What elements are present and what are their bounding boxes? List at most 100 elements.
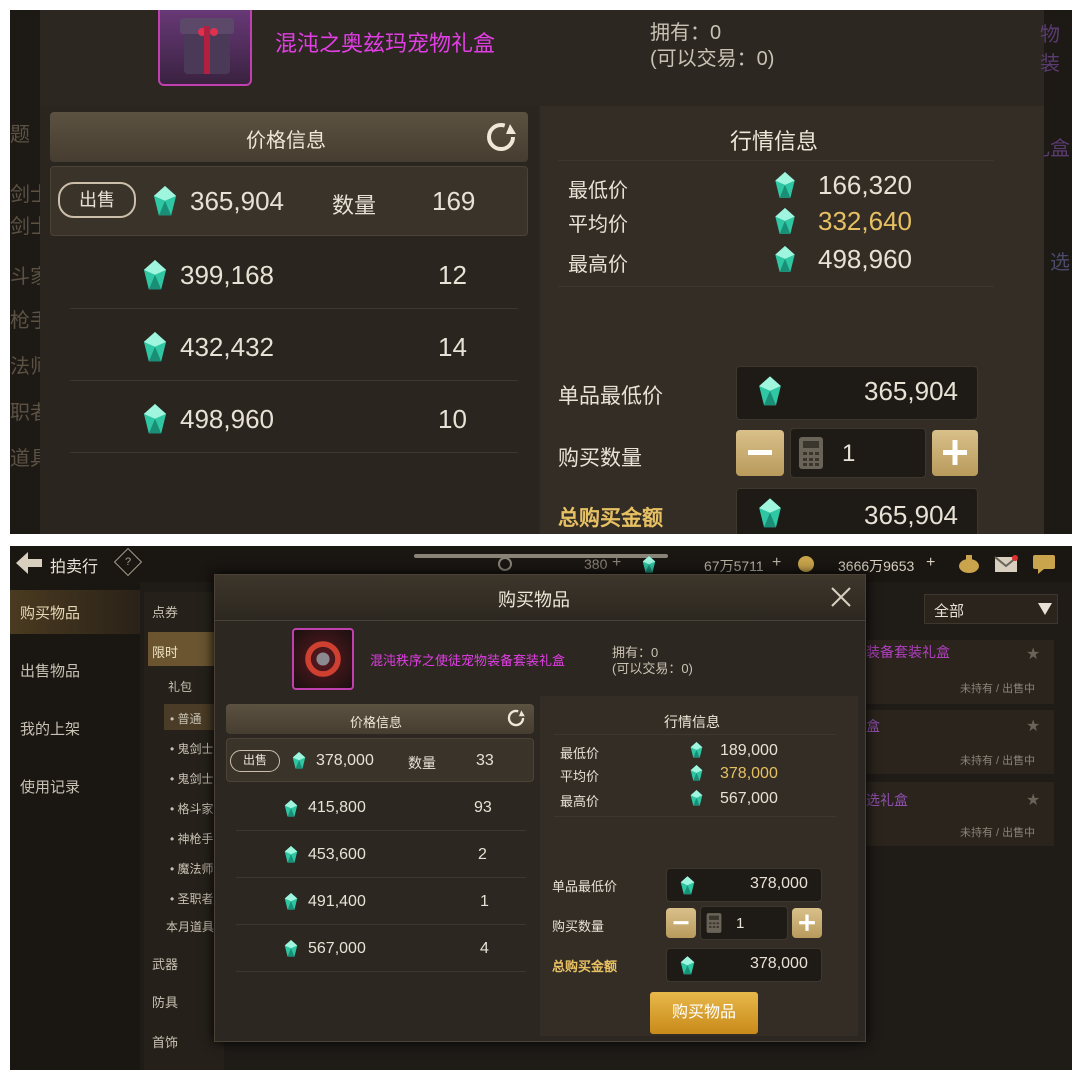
- plus-button[interactable]: [792, 908, 822, 938]
- listing-qty: 33: [476, 752, 494, 769]
- buy-button[interactable]: 购买物品: [650, 992, 758, 1034]
- currency-1: 380: [584, 556, 608, 572]
- min-price-value: 189,000: [720, 742, 778, 759]
- category-item[interactable]: • 格斗家: [170, 800, 214, 817]
- plus-button[interactable]: [932, 430, 978, 476]
- min-price-label: 最低价: [568, 180, 628, 202]
- total-label: 总购买金额: [558, 507, 663, 530]
- currency-2-plus[interactable]: +: [772, 554, 781, 572]
- gem-icon: [284, 846, 298, 864]
- coin-icon: [798, 556, 814, 572]
- list-item-name: 装备套装礼盒: [866, 644, 950, 660]
- calculator-icon[interactable]: [706, 912, 722, 934]
- listing-price: 378,000: [316, 752, 374, 769]
- gem-icon: [774, 208, 796, 236]
- minus-button[interactable]: [736, 430, 784, 476]
- sidebar: [10, 582, 140, 1070]
- minus-button[interactable]: [666, 908, 696, 938]
- gem-icon: [680, 876, 695, 896]
- category-item[interactable]: 点券: [152, 602, 178, 621]
- category-item[interactable]: • 普通: [170, 710, 202, 727]
- quantity-label: 数量: [332, 193, 377, 218]
- chat-icon[interactable]: [1032, 554, 1056, 574]
- listing-qty: 93: [474, 799, 492, 816]
- category-item[interactable]: • 鬼剑士: [170, 770, 214, 787]
- category-item[interactable]: 礼包: [168, 678, 192, 695]
- buy-qty-label: 购买数量: [552, 919, 605, 934]
- category-item[interactable]: 武器: [152, 954, 178, 973]
- market-divider: [558, 160, 994, 161]
- sell-button[interactable]: 出售: [58, 182, 136, 218]
- listing-qty: 1: [480, 893, 489, 910]
- currency-1-plus[interactable]: +: [612, 554, 621, 572]
- bg-fragment: 选: [1050, 252, 1070, 274]
- calculator-icon[interactable]: [798, 436, 824, 470]
- gem-icon: [774, 246, 796, 274]
- gem-icon: [142, 332, 168, 364]
- row-divider: [236, 924, 526, 925]
- chevron-down-icon: [1038, 602, 1052, 615]
- sidebar-item-history[interactable]: 使用记录: [20, 776, 80, 797]
- back-arrow-icon[interactable]: [16, 552, 42, 574]
- category-item[interactable]: 限时: [152, 642, 178, 661]
- row-divider: [70, 380, 518, 381]
- market-divider: [554, 734, 836, 735]
- min-price-label: 最低价: [560, 746, 600, 761]
- sidebar-item-sell[interactable]: 出售物品: [20, 660, 80, 681]
- category-item[interactable]: 本月道具: [166, 918, 214, 935]
- star-icon[interactable]: ★: [1026, 644, 1040, 664]
- gem-icon: [680, 956, 695, 976]
- unit-min-label: 单品最低价: [558, 385, 663, 408]
- currency-3-plus[interactable]: +: [926, 554, 935, 572]
- item-thumbnail: [158, 10, 252, 86]
- gem-icon: [690, 765, 703, 782]
- refresh-icon[interactable]: [484, 120, 518, 154]
- total-value: 378,000: [750, 955, 808, 972]
- star-icon[interactable]: ★: [1026, 716, 1040, 736]
- min-price-value: 166,320: [818, 170, 912, 200]
- total-label: 总购买金额: [552, 959, 618, 974]
- plus-icon: [799, 914, 815, 931]
- gem-icon: [690, 790, 703, 807]
- item-thumbnail: [292, 628, 354, 690]
- category-item[interactable]: 首饰: [152, 1032, 178, 1051]
- refresh-icon[interactable]: [506, 708, 526, 728]
- row-divider: [70, 452, 518, 453]
- price-header: 价格信息: [350, 715, 403, 730]
- minus-icon: [748, 450, 772, 455]
- listing-qty: 14: [438, 332, 467, 362]
- max-price-value: 498,960: [818, 244, 912, 274]
- star-icon[interactable]: ★: [1026, 790, 1040, 810]
- market-divider: [558, 286, 994, 287]
- filter-label: 全部: [934, 603, 965, 620]
- category-item[interactable]: • 神枪手: [170, 830, 214, 847]
- mail-icon[interactable]: [994, 555, 1018, 573]
- market-divider: [554, 816, 836, 817]
- category-item[interactable]: • 魔法师: [170, 860, 214, 877]
- listing-price: 453,600: [308, 846, 366, 863]
- currency-2: 67万5711: [704, 558, 764, 574]
- gem-icon: [690, 742, 703, 759]
- listing-row[interactable]: [226, 832, 534, 878]
- row-divider: [236, 971, 526, 972]
- page-title: 拍卖行: [50, 559, 99, 576]
- sidebar-item-buy[interactable]: 购买物品: [20, 602, 80, 623]
- avg-price-label: 平均价: [560, 769, 600, 784]
- avg-price-label: 平均价: [568, 214, 628, 236]
- gem-icon: [774, 172, 796, 200]
- tradable-count: (可以交易：0): [612, 661, 693, 676]
- listing-qty: 12: [438, 260, 467, 290]
- category-item[interactable]: • 鬼剑士: [170, 740, 214, 757]
- avg-price-value: 332,640: [818, 206, 912, 236]
- gem-icon: [142, 260, 168, 292]
- item-name: 混沌之奥兹玛宠物礼盒: [275, 31, 496, 56]
- category-item[interactable]: • 圣职者: [170, 890, 214, 907]
- bg-fragment: 物装: [1040, 24, 1060, 75]
- gem-icon: [152, 186, 178, 218]
- close-icon[interactable]: [830, 586, 852, 608]
- pot-icon[interactable]: [958, 554, 980, 574]
- sell-button[interactable]: 出售: [230, 750, 280, 772]
- listing-qty: 4: [480, 940, 489, 957]
- sidebar-item-my-listings[interactable]: 我的上架: [20, 718, 80, 739]
- category-item[interactable]: 防具: [152, 992, 178, 1011]
